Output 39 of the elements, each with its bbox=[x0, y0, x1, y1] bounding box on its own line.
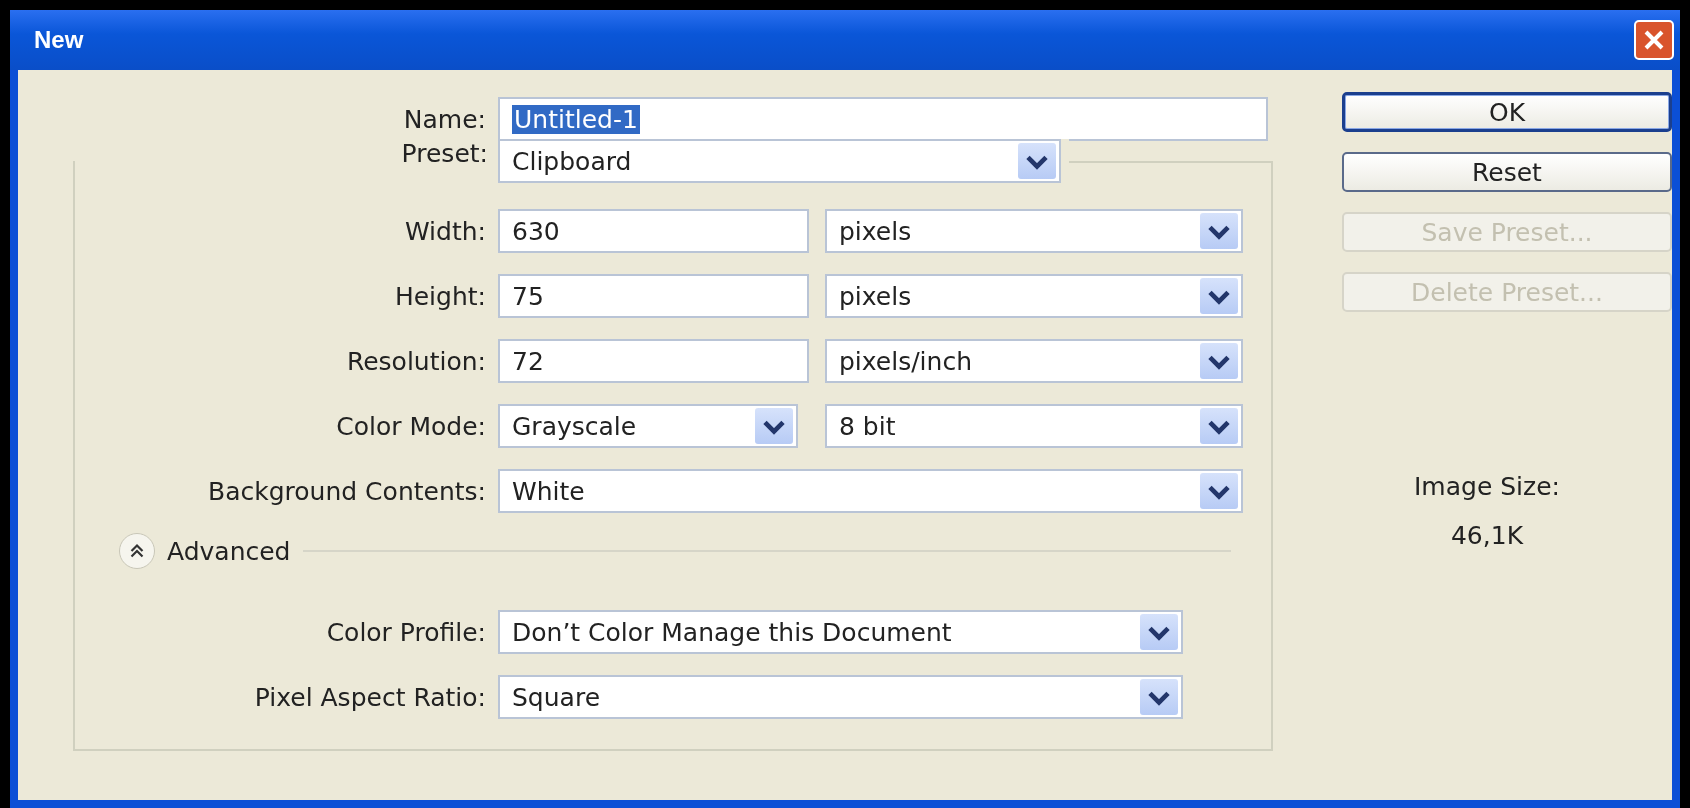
option-dropdown[interactable]: Don’t Color Manage this Document bbox=[498, 610, 1183, 654]
close-icon bbox=[1642, 28, 1666, 52]
unit-dropdown[interactable]: pixels/inch bbox=[825, 339, 1243, 383]
chevron-down-icon bbox=[1140, 614, 1178, 650]
mode-dropdown[interactable]: Grayscale bbox=[498, 404, 798, 448]
dialog-button[interactable]: OK bbox=[1342, 92, 1672, 132]
collapse-toggle[interactable] bbox=[119, 533, 155, 569]
name-field[interactable]: Untitled-1 bbox=[498, 97, 1268, 141]
field-label: Height: bbox=[393, 281, 487, 311]
field-label: Width: bbox=[403, 216, 487, 246]
section-label: Advanced bbox=[167, 536, 291, 566]
option-dropdown[interactable]: Square bbox=[498, 675, 1183, 719]
chevron-down-icon bbox=[1200, 213, 1238, 249]
chevron-down-icon bbox=[755, 408, 793, 444]
number-field[interactable]: 72 bbox=[498, 339, 809, 383]
chevron-down-icon bbox=[1140, 679, 1178, 715]
contents-dropdown[interactable]: White bbox=[498, 469, 1243, 513]
field-label: Color Profile: bbox=[325, 617, 487, 647]
field-label: Pixel Aspect Ratio: bbox=[253, 682, 487, 712]
window-title: New bbox=[34, 26, 84, 54]
bit-depth-dropdown[interactable]: 8 bit bbox=[825, 404, 1243, 448]
field-label: Background Contents: bbox=[207, 476, 487, 506]
close-button[interactable] bbox=[1634, 20, 1674, 60]
chevron-down-icon bbox=[1200, 278, 1238, 314]
chevron-down-icon bbox=[1200, 343, 1238, 379]
preset-dropdown[interactable]: Clipboard bbox=[498, 139, 1061, 183]
unit-dropdown[interactable]: pixels bbox=[825, 274, 1243, 318]
number-field[interactable]: 75 bbox=[498, 274, 809, 318]
field-label: Resolution: bbox=[345, 346, 487, 376]
image-size-label: Image Size: bbox=[1414, 472, 1560, 501]
chevron-down-icon bbox=[1018, 143, 1056, 179]
field-label: Color Mode: bbox=[335, 411, 487, 441]
number-field[interactable]: 630 bbox=[498, 209, 809, 253]
chevron-down-icon bbox=[1200, 408, 1238, 444]
image-size-value: 46,1K bbox=[1450, 521, 1524, 550]
chevron-down-icon bbox=[1200, 473, 1238, 509]
field-label: Name: bbox=[402, 104, 487, 134]
unit-dropdown[interactable]: pixels bbox=[825, 209, 1243, 253]
dialog-button[interactable]: Reset bbox=[1342, 152, 1672, 192]
